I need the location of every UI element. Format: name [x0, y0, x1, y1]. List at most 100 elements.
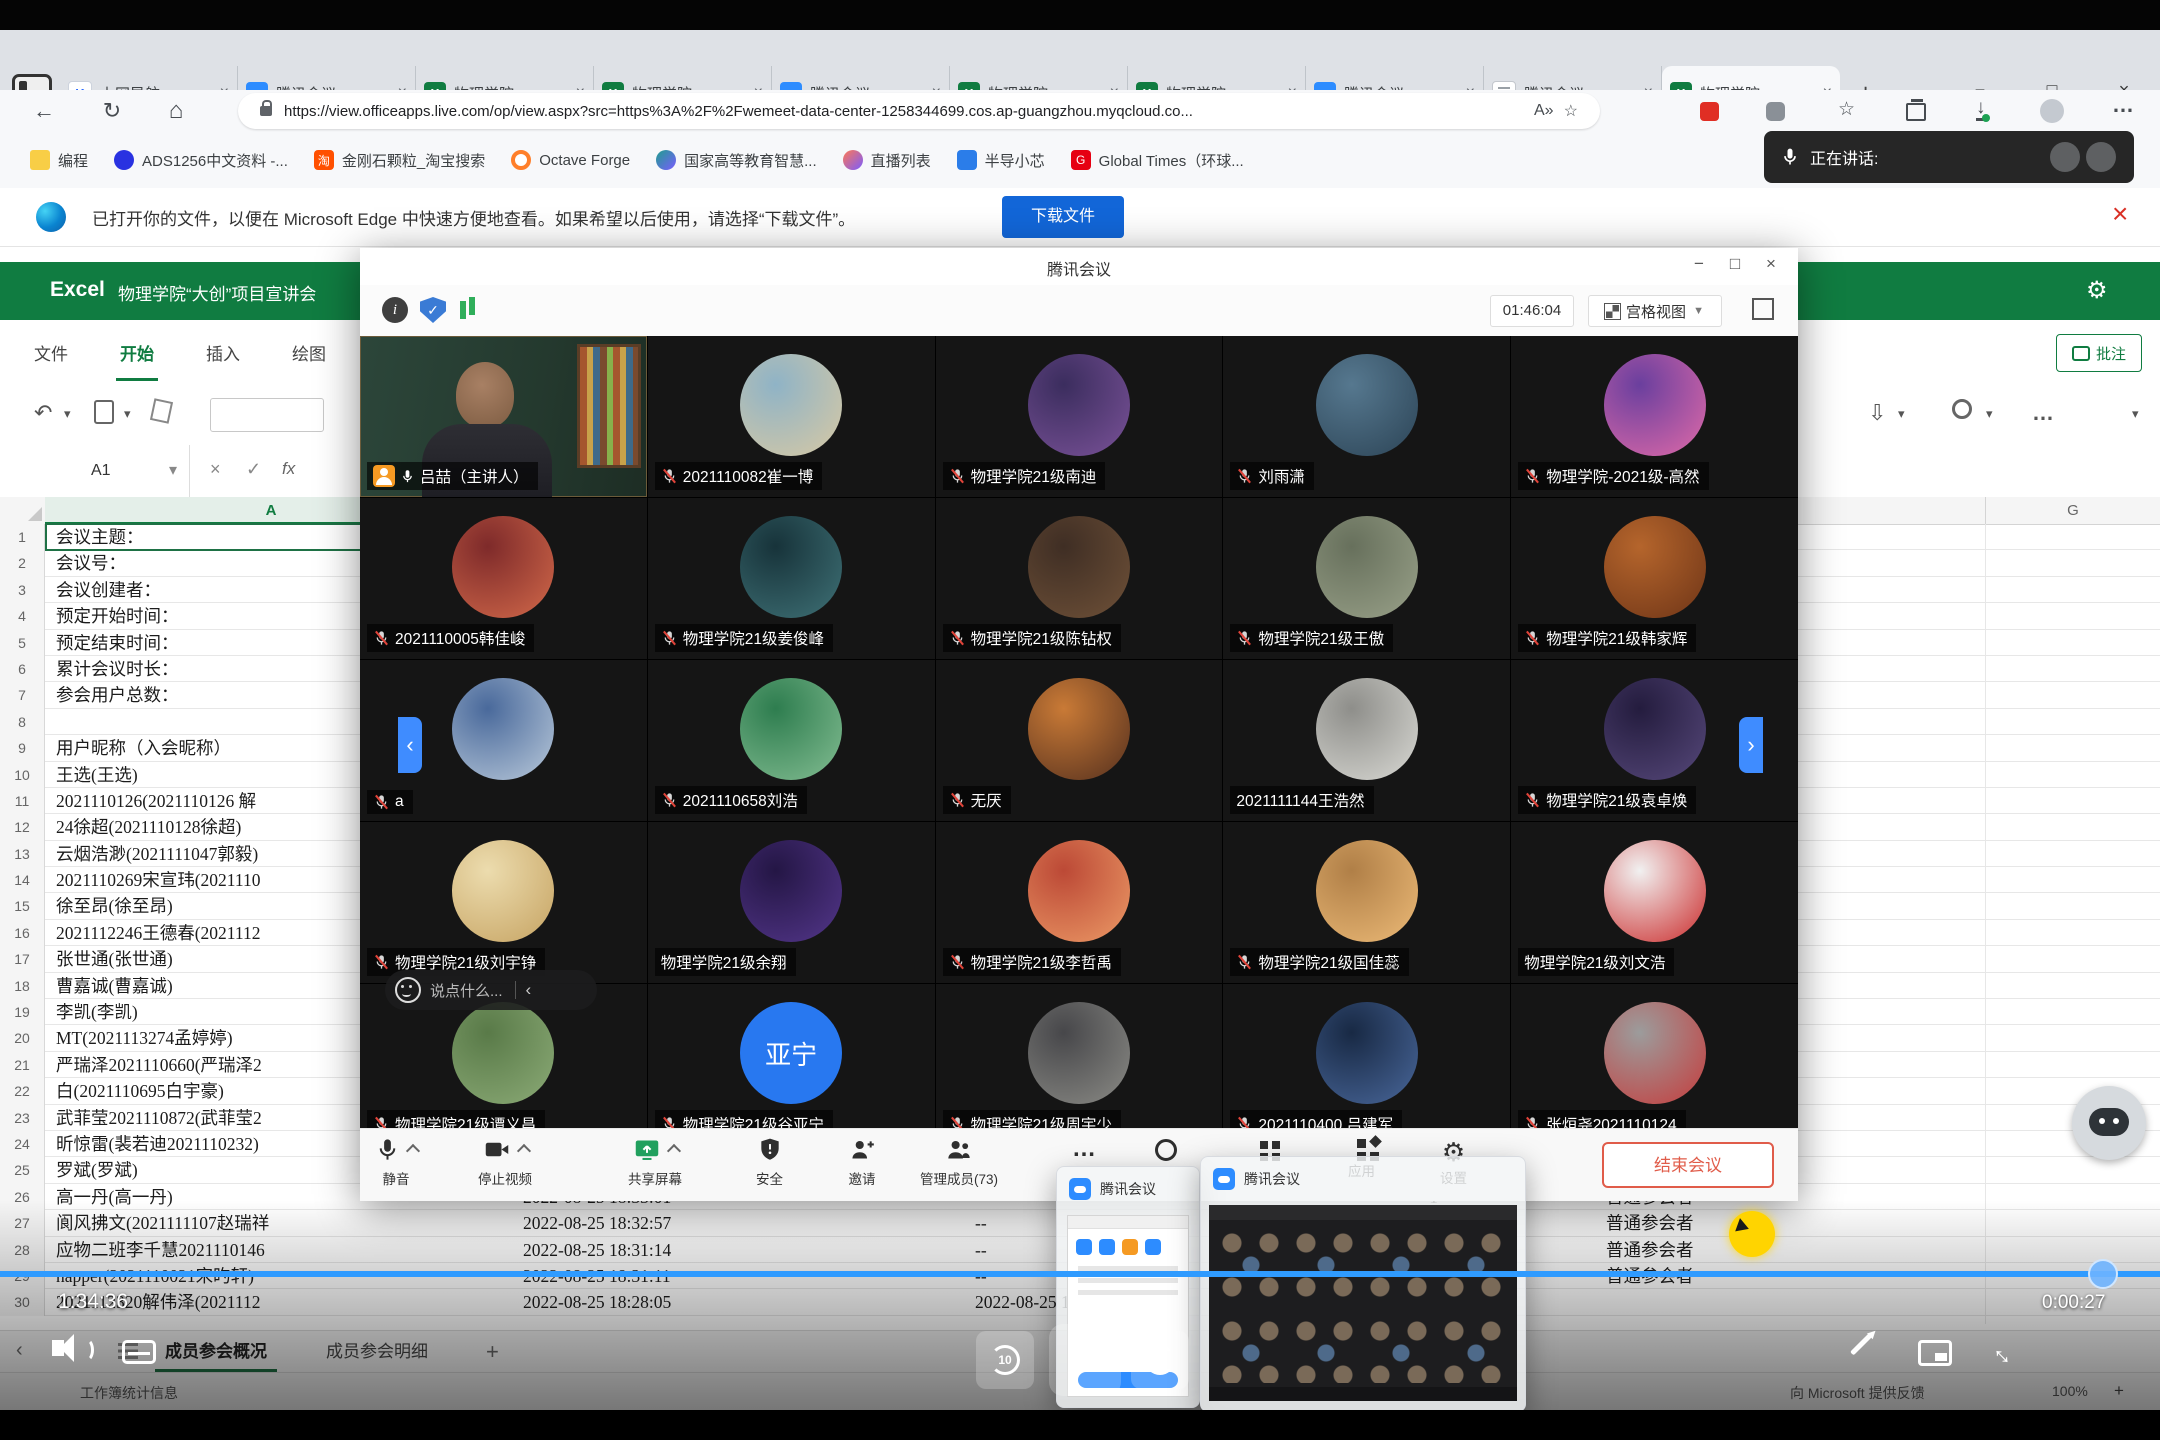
- ribbon-tab[interactable]: 文件: [30, 324, 72, 381]
- row-number[interactable]: 19: [0, 999, 45, 1025]
- chat-input-placeholder[interactable]: 说点什么...: [430, 980, 503, 1001]
- undo-icon[interactable]: ↶: [34, 400, 52, 426]
- sheet-tab-detail[interactable]: 成员参会明细: [316, 1331, 438, 1373]
- cancel-entry-icon[interactable]: ×: [210, 459, 221, 480]
- participant-tile[interactable]: 物理学院21级王傲: [1223, 498, 1510, 659]
- ribbon-collapse-icon[interactable]: ▾: [2132, 406, 2139, 422]
- cell-a[interactable]: 预定开始时间：: [56, 603, 179, 629]
- cell-b[interactable]: 2022-08-25 18:32:57: [523, 1210, 671, 1236]
- participant-tile[interactable]: 物理学院21级周宇少: [936, 984, 1223, 1128]
- fx-icon[interactable]: fx: [282, 459, 295, 479]
- notification-close-icon[interactable]: ×: [2112, 198, 2128, 230]
- row-number[interactable]: 21: [0, 1052, 45, 1078]
- bookmark-item[interactable]: 半导小芯: [957, 150, 1045, 171]
- row-number[interactable]: 9: [0, 735, 45, 761]
- cell-c[interactable]: --: [975, 1237, 987, 1263]
- row-number[interactable]: 18: [0, 973, 45, 999]
- participant-tile[interactable]: 物理学院21级国佳蕊: [1223, 822, 1510, 983]
- search-icon[interactable]: [1952, 399, 1972, 419]
- cell-a[interactable]: 罗斌(罗斌): [56, 1157, 138, 1183]
- subtitle-icon[interactable]: [122, 1340, 156, 1364]
- forward-30-button[interactable]: 30: [1131, 1331, 1189, 1389]
- cell-a[interactable]: 李凯(李凯): [56, 999, 138, 1025]
- cell-b[interactable]: 2022-08-25 18:28:05: [523, 1289, 671, 1315]
- row-number[interactable]: 10: [0, 762, 45, 788]
- row-number[interactable]: 20: [0, 1025, 45, 1051]
- participant-tile[interactable]: 张烜尧2021110124: [1511, 984, 1798, 1128]
- participant-tile[interactable]: 物理学院21级姜俊峰: [648, 498, 935, 659]
- bookmark-item[interactable]: Global Times（环球...: [1071, 150, 1244, 171]
- row-number[interactable]: 28: [0, 1237, 45, 1263]
- invite-button[interactable]: 邀请: [848, 1136, 876, 1188]
- sort-filter-icon[interactable]: ⇩: [1868, 400, 1886, 426]
- participant-tile[interactable]: 物理学院21级刘宇铮: [360, 822, 647, 983]
- stop-video-button[interactable]: 停止视频: [478, 1136, 532, 1188]
- row-number[interactable]: 16: [0, 920, 45, 946]
- cell-a[interactable]: 王选(王选): [56, 762, 138, 788]
- zoom-level[interactable]: 100%: [2052, 1383, 2088, 1399]
- extension-icon[interactable]: [1700, 102, 1719, 121]
- participant-tile[interactable]: 亚宁 物理学院21级谷亚宁: [648, 984, 935, 1128]
- cell-a[interactable]: 预定结束时间：: [56, 630, 179, 656]
- sheet-nav-icon[interactable]: ‹: [16, 1339, 23, 1362]
- cell-a[interactable]: 用户昵称（入会昵称）: [56, 735, 231, 761]
- end-meeting-button[interactable]: 结束会议: [1602, 1142, 1774, 1188]
- participant-tile[interactable]: 2021110400 吕建军: [1223, 984, 1510, 1128]
- play-button[interactable]: ▶: [1049, 1324, 1121, 1396]
- chat-quick-bar[interactable]: 说点什么... ‹: [385, 970, 597, 1010]
- row-number[interactable]: 24: [0, 1131, 45, 1157]
- bookmark-item[interactable]: 直播列表: [843, 150, 931, 171]
- home-icon[interactable]: ⌂: [156, 90, 196, 132]
- cell-a[interactable]: 云烟浩渺(2021111047郭毅): [56, 841, 258, 867]
- url-text[interactable]: https://view.officeapps.live.com/op/view…: [284, 103, 1524, 120]
- meeting-title-bar[interactable]: 腾讯会议 − □ ×: [360, 248, 1798, 286]
- undo-dropdown-icon[interactable]: ▾: [64, 406, 71, 422]
- cell-a[interactable]: 参会用户总数：: [56, 682, 179, 708]
- participant-tile[interactable]: 物理学院21级李哲禹: [936, 822, 1223, 983]
- ribbon-tab[interactable]: 开始: [116, 324, 158, 381]
- participant-tile[interactable]: 刘雨潇: [1223, 336, 1510, 497]
- participant-tile[interactable]: 物理学院21级陈钻权: [936, 498, 1223, 659]
- downloads-icon[interactable]: ↓: [1976, 98, 1986, 121]
- cell-a[interactable]: 武菲莹2021110872(武菲莹2: [56, 1105, 262, 1131]
- cell-e[interactable]: 普通参会者: [1606, 1237, 1694, 1263]
- participant-tile[interactable]: 物理学院21级南迪: [936, 336, 1223, 497]
- cell-a[interactable]: 徐至昂(徐至昂): [56, 893, 173, 919]
- grid-page-right-icon[interactable]: ›: [1739, 717, 1763, 773]
- font-name-box[interactable]: [210, 398, 324, 432]
- profile-avatar[interactable]: [2040, 99, 2064, 123]
- bookmark-item[interactable]: 国家高等教育智慧...: [656, 150, 817, 171]
- player-progress-handle[interactable]: [2088, 1259, 2118, 1289]
- row-number[interactable]: 11: [0, 788, 45, 814]
- ribbon-tab[interactable]: 插入: [202, 324, 244, 381]
- row-number[interactable]: 22: [0, 1078, 45, 1104]
- cell-a[interactable]: 阆风拂文(2021111107赵瑞祥: [56, 1210, 269, 1236]
- participant-tile[interactable]: 2021110658刘浩: [648, 660, 935, 821]
- cell-a[interactable]: MT(2021113274孟婷婷): [56, 1025, 233, 1051]
- row-number[interactable]: 8: [0, 709, 45, 735]
- cell-a[interactable]: 累计会议时长：: [56, 656, 179, 682]
- meeting-maximize-icon[interactable]: □: [1718, 254, 1752, 274]
- player-progress-bar[interactable]: [0, 1271, 2160, 1277]
- row-number[interactable]: 12: [0, 814, 45, 840]
- assistant-avatar[interactable]: [2072, 1086, 2146, 1160]
- search-dropdown-icon[interactable]: ▾: [1986, 406, 1993, 422]
- share-screen-button[interactable]: 共享屏幕: [628, 1136, 682, 1188]
- feedback-link[interactable]: 向 Microsoft 提供反馈: [1790, 1383, 1925, 1403]
- refresh-icon[interactable]: ↻: [92, 90, 132, 132]
- name-box[interactable]: A1▾: [45, 445, 190, 497]
- row-number[interactable]: 15: [0, 893, 45, 919]
- participant-tile[interactable]: 物理学院21级刘文浩: [1511, 822, 1798, 983]
- address-bar[interactable]: https://view.officeapps.live.com/op/view…: [238, 93, 1600, 129]
- favorite-star-icon[interactable]: ☆: [1564, 101, 1578, 121]
- record-button[interactable]: [1155, 1139, 1177, 1161]
- participant-tile[interactable]: 物理学院21级韩家辉: [1511, 498, 1798, 659]
- participant-tile[interactable]: 2021110005韩佳峻: [360, 498, 647, 659]
- column-header-g[interactable]: G: [1985, 497, 2160, 524]
- favorites-icon[interactable]: ☆: [1838, 98, 1855, 121]
- paste-dropdown-icon[interactable]: ▾: [124, 406, 131, 422]
- manage-members-button[interactable]: 管理成员(73): [920, 1136, 998, 1188]
- cell-a[interactable]: 24徐超(2021110128徐超): [56, 814, 241, 840]
- row-number[interactable]: 3: [0, 577, 45, 603]
- cell-a[interactable]: 2021110269宋宣玮(2021110: [56, 867, 260, 893]
